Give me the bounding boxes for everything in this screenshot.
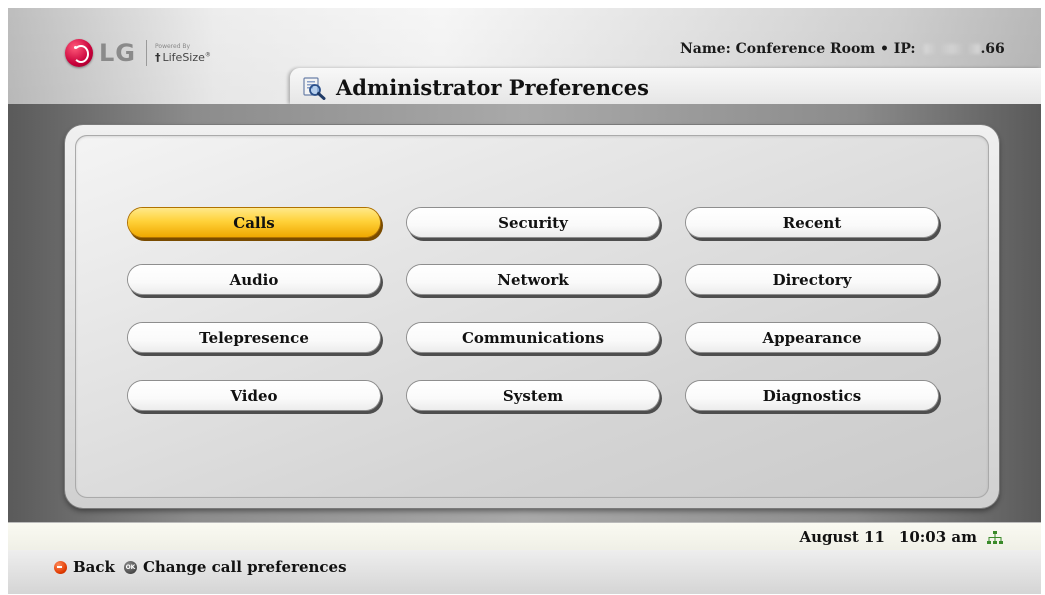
date-display: August 11 bbox=[799, 528, 885, 546]
menu-button-appearance[interactable]: Appearance bbox=[686, 323, 938, 352]
menu-button-telepresence[interactable]: Telepresence bbox=[128, 323, 380, 352]
lifesize-admin-screen: LG Powered By † LifeSize® Name: Conferenc… bbox=[8, 8, 1041, 594]
lg-logo-text: LG bbox=[99, 39, 136, 67]
menu-button-directory[interactable]: Directory bbox=[686, 265, 938, 294]
ip-address-redacted bbox=[924, 44, 981, 54]
header-bar: LG Powered By † LifeSize® Name: Conferenc… bbox=[8, 8, 1041, 114]
menu-button-diagnostics[interactable]: Diagnostics bbox=[686, 381, 938, 410]
remote-hints: Back OK Change call preferences bbox=[54, 558, 347, 576]
menu-button-system[interactable]: System bbox=[407, 381, 659, 410]
page-title: Administrator Preferences bbox=[336, 75, 649, 100]
powered-by-text: Powered By bbox=[155, 42, 191, 50]
date-time: August 11 10:03 am bbox=[799, 528, 977, 546]
menu-button-communications[interactable]: Communications bbox=[407, 323, 659, 352]
lifesize-mark-icon: † bbox=[155, 50, 161, 64]
menu-button-security[interactable]: Security bbox=[407, 208, 659, 237]
ip-suffix: .66 bbox=[980, 41, 1005, 57]
lifesize-text: LifeSize bbox=[162, 50, 205, 64]
content-area: Calls Security Recent Audio Network Dire… bbox=[8, 104, 1041, 522]
back-hint-label: Back bbox=[73, 558, 115, 576]
menu-panel: Calls Security Recent Audio Network Dire… bbox=[75, 135, 989, 498]
system-info: Name: Conference Room • IP: .66 bbox=[680, 41, 1005, 57]
registered-mark: ® bbox=[204, 50, 211, 58]
logo-divider bbox=[146, 40, 147, 66]
status-bar: August 11 10:03 am bbox=[8, 522, 1041, 551]
ok-remote-button-icon: OK bbox=[123, 560, 137, 574]
menu-panel-frame: Calls Security Recent Audio Network Dire… bbox=[65, 125, 999, 508]
ok-hint-label: Change call preferences bbox=[142, 558, 347, 576]
network-connected-icon bbox=[987, 531, 1003, 544]
time-display: 10:03 am bbox=[898, 528, 977, 546]
menu-button-calls[interactable]: Calls bbox=[128, 208, 380, 237]
system-name-ip-label: Name: Conference Room • IP: bbox=[680, 41, 921, 57]
lg-logo-icon bbox=[65, 39, 93, 67]
menu-button-network[interactable]: Network bbox=[407, 265, 659, 294]
lifesize-logo: Powered By † LifeSize® bbox=[155, 42, 211, 64]
page-title-tab: Administrator Preferences bbox=[290, 68, 1041, 104]
preferences-magnifier-icon bbox=[303, 77, 326, 100]
hint-bar: Back OK Change call preferences bbox=[8, 550, 1041, 594]
menu-button-recent[interactable]: Recent bbox=[686, 208, 938, 237]
brand-logo: LG Powered By † LifeSize® bbox=[65, 38, 211, 68]
back-remote-button-icon bbox=[54, 560, 67, 574]
menu-button-audio[interactable]: Audio bbox=[128, 265, 380, 294]
menu-button-video[interactable]: Video bbox=[128, 381, 380, 410]
